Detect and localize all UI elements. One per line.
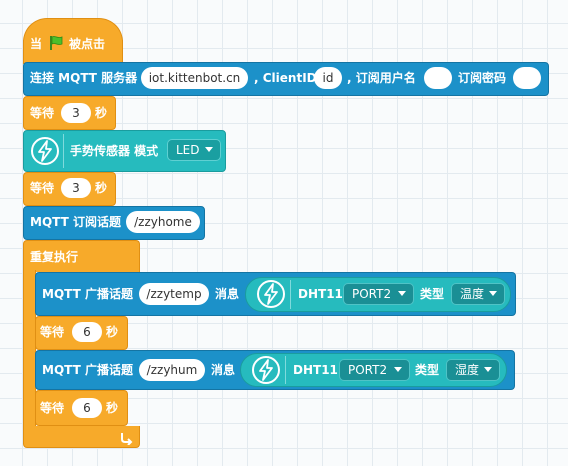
password-label: 订阅密码 [458, 71, 507, 85]
wait-label: 等待 [40, 325, 65, 339]
wait-seconds-input[interactable]: 6 [72, 398, 102, 418]
seconds-label: 秒 [106, 325, 119, 339]
chevron-down-icon [394, 367, 402, 372]
port-dropdown[interactable]: PORT2 [339, 359, 410, 381]
subscribe-topic-input[interactable]: /zzyhome [126, 211, 200, 233]
sensor-name: DHT11 [298, 287, 343, 301]
clicked-label: 被点击 [69, 37, 106, 51]
seconds-label: 秒 [95, 106, 108, 120]
gesture-mode-value: LED [176, 143, 200, 157]
type-value: 湿度 [455, 363, 480, 377]
seconds-label: 秒 [106, 401, 119, 415]
publish-label: MQTT 广播话题 [42, 363, 133, 377]
type-value: 温度 [460, 287, 485, 301]
clientid-label: , ClientID [254, 71, 317, 85]
server-input[interactable]: iot.kittenbot.cn [141, 67, 248, 89]
connect-label: 连接 MQTT 服务器 [30, 71, 138, 85]
port-value: PORT2 [348, 363, 388, 377]
lightning-icon [251, 355, 281, 385]
username-input[interactable] [424, 67, 452, 89]
sensor-name: DHT11 [293, 363, 338, 377]
username-label: , 订阅用户名 [347, 71, 416, 85]
port-dropdown[interactable]: PORT2 [343, 283, 414, 305]
publish-label: MQTT 广播话题 [42, 287, 133, 301]
password-input[interactable] [513, 67, 541, 89]
wait-label: 等待 [30, 106, 55, 120]
publish-topic-input[interactable]: /zzytemp [139, 283, 209, 305]
message-label: 消息 [211, 363, 236, 377]
wait-seconds-input[interactable]: 6 [72, 322, 102, 342]
type-dropdown[interactable]: 温度 [451, 283, 505, 305]
wait-label: 等待 [30, 181, 55, 195]
port-value: PORT2 [352, 287, 392, 301]
type-label: 类型 [420, 287, 445, 301]
repeat-label: 重复执行 [30, 250, 79, 264]
chevron-down-icon [205, 147, 213, 152]
gesture-mode-dropdown[interactable]: LED [167, 139, 221, 161]
chevron-down-icon [398, 291, 406, 296]
publish-topic-input[interactable]: /zzyhum [139, 359, 205, 381]
chevron-down-icon [489, 291, 497, 296]
type-dropdown[interactable]: 湿度 [446, 359, 500, 381]
subscribe-label: MQTT 订阅话题 [30, 215, 121, 229]
wait-seconds-input[interactable]: 3 [61, 178, 91, 198]
chevron-down-icon [484, 367, 492, 372]
lightning-icon [30, 136, 60, 166]
loop-arrow-icon [119, 430, 133, 446]
gesture-label: 手势传感器 模式 [70, 144, 159, 158]
green-flag-icon [48, 35, 64, 51]
wait-seconds-input[interactable]: 3 [61, 103, 91, 123]
seconds-label: 秒 [95, 181, 108, 195]
clientid-input[interactable]: id [314, 67, 342, 89]
message-label: 消息 [215, 287, 240, 301]
wait-label: 等待 [40, 401, 65, 415]
lightning-icon [256, 279, 286, 309]
type-label: 类型 [415, 363, 440, 377]
when-label: 当 [30, 37, 43, 51]
